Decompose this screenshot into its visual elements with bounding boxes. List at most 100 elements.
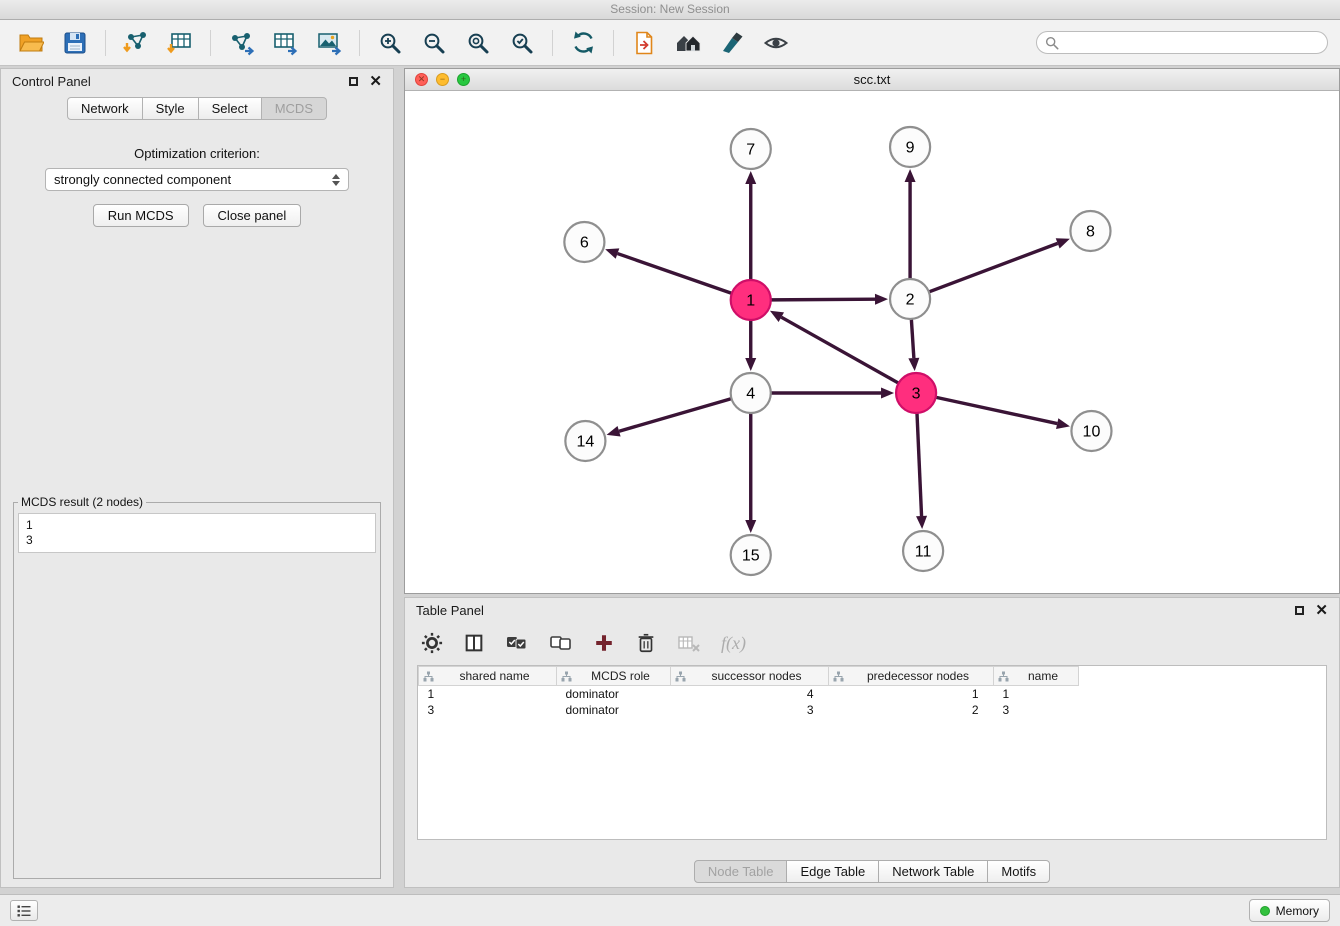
graph-edge-1-2[interactable] xyxy=(771,299,875,300)
deselect-all-columns-button[interactable] xyxy=(549,632,573,654)
graph-edge-3-1[interactable] xyxy=(781,317,898,383)
network-window-title: scc.txt xyxy=(854,72,891,87)
zoom-in-button[interactable] xyxy=(369,24,411,62)
tab-network-table[interactable]: Network Table xyxy=(879,860,988,883)
column-header-MCDS-role[interactable]: MCDS role xyxy=(557,667,671,686)
tab-edge-table[interactable]: Edge Table xyxy=(787,860,879,883)
tab-node-table[interactable]: Node Table xyxy=(694,860,788,883)
column-header-name[interactable]: name xyxy=(994,667,1079,686)
node-table-container: shared nameMCDS rolesuccessor nodesprede… xyxy=(417,665,1327,840)
memory-button[interactable]: Memory xyxy=(1249,899,1330,922)
criterion-select[interactable]: strongly connected component xyxy=(45,168,349,191)
main-area: Control Panel ✕ NetworkStyleSelectMCDS O… xyxy=(0,66,1340,894)
edge-arrowhead-icon xyxy=(745,358,756,371)
table-cell[interactable]: 3 xyxy=(671,702,829,718)
table-cell[interactable]: 2 xyxy=(829,702,994,718)
apply-layout-button[interactable] xyxy=(562,24,604,62)
table-panel: Table Panel ✕ xyxy=(404,597,1340,888)
import-table-file-button[interactable] xyxy=(159,24,201,62)
node-table[interactable]: shared nameMCDS rolesuccessor nodesprede… xyxy=(418,666,1079,718)
toolbar-separator xyxy=(613,30,614,56)
save-session-button[interactable] xyxy=(54,24,96,62)
create-column-button[interactable] xyxy=(593,632,615,654)
graph-edge-2-8[interactable] xyxy=(929,243,1058,292)
zoom-out-button[interactable] xyxy=(413,24,455,62)
select-all-columns-button[interactable] xyxy=(505,632,529,654)
table-cell[interactable]: dominator xyxy=(557,702,671,718)
search-input[interactable] xyxy=(1064,36,1319,50)
graph-edge-2-3[interactable] xyxy=(911,319,914,358)
network-canvas[interactable]: 7968124314101511 xyxy=(405,91,1339,593)
mcds-result-title: MCDS result (2 nodes) xyxy=(18,495,146,509)
close-panel-icon[interactable]: ✕ xyxy=(369,74,382,89)
export-image-button[interactable] xyxy=(308,24,350,62)
home-button[interactable] xyxy=(667,24,709,62)
toolbar-search[interactable] xyxy=(1036,31,1328,54)
tab-motifs[interactable]: Motifs xyxy=(988,860,1050,883)
mcds-result-list[interactable]: 13 xyxy=(18,513,376,553)
paintbrush-icon xyxy=(719,30,745,56)
edge-arrowhead-icon xyxy=(1056,418,1070,429)
float-panel-icon[interactable] xyxy=(349,77,358,86)
graph-edge-4-14[interactable] xyxy=(619,399,731,432)
graph-node-label: 2 xyxy=(906,292,915,309)
close-window-icon[interactable]: ✕ xyxy=(415,73,428,86)
run-mcds-button[interactable]: Run MCDS xyxy=(93,204,189,227)
export-table-icon xyxy=(272,30,298,56)
table-row[interactable]: 1dominator411 xyxy=(419,686,1079,702)
toolbar-separator xyxy=(359,30,360,56)
float-table-panel-icon[interactable] xyxy=(1295,606,1304,615)
zoom-selected-button[interactable] xyxy=(501,24,543,62)
function-builder-button[interactable]: f(x) xyxy=(721,633,746,654)
tab-select[interactable]: Select xyxy=(199,97,262,120)
style-paint-button[interactable] xyxy=(711,24,753,62)
open-session-button[interactable] xyxy=(10,24,52,62)
graph-node-label: 11 xyxy=(915,544,932,561)
column-header-successor-nodes[interactable]: successor nodes xyxy=(671,667,829,686)
right-column: ✕ − + scc.txt 7968124314101511 Table Pan… xyxy=(404,68,1340,888)
table-cell[interactable]: 3 xyxy=(419,702,557,718)
network-window-titlebar: ✕ − + scc.txt xyxy=(405,69,1339,91)
clipboard-import-button[interactable] xyxy=(623,24,665,62)
minimize-window-icon[interactable]: − xyxy=(436,73,449,86)
graph-edge-3-11[interactable] xyxy=(917,413,922,516)
column-header-predecessor-nodes[interactable]: predecessor nodes xyxy=(829,667,994,686)
window-controls: ✕ − + xyxy=(415,73,470,86)
tab-style[interactable]: Style xyxy=(143,97,199,120)
graph-node-label: 9 xyxy=(906,140,915,157)
show-columns-button[interactable] xyxy=(463,632,485,654)
column-header-shared-name[interactable]: shared name xyxy=(419,667,557,686)
export-network-button[interactable] xyxy=(220,24,262,62)
mcds-panel-body: Optimization criterion: strongly connect… xyxy=(1,120,393,887)
graph-edge-3-10[interactable] xyxy=(936,397,1058,423)
graph-edge-1-6[interactable] xyxy=(617,254,731,294)
table-settings-button[interactable] xyxy=(421,632,443,654)
toggle-visibility-button[interactable] xyxy=(755,24,797,62)
graph-node-label: 7 xyxy=(746,142,755,159)
zoom-fit-button[interactable] xyxy=(457,24,499,62)
table-scroll-strip[interactable] xyxy=(417,840,1327,855)
table-cell[interactable]: 3 xyxy=(994,702,1079,718)
criterion-selected-value: strongly connected component xyxy=(54,172,231,187)
tab-network[interactable]: Network xyxy=(67,97,143,120)
table-cell[interactable]: 1 xyxy=(994,686,1079,702)
delete-table-button[interactable] xyxy=(677,632,701,654)
table-toolbar: f(x) xyxy=(405,623,1339,663)
graph-node-label: 15 xyxy=(742,548,760,565)
table-cell[interactable]: 4 xyxy=(671,686,829,702)
maximize-window-icon[interactable]: + xyxy=(457,73,470,86)
close-table-panel-icon[interactable]: ✕ xyxy=(1315,603,1328,618)
table-row[interactable]: 3dominator323 xyxy=(419,702,1079,718)
table-cell[interactable]: dominator xyxy=(557,686,671,702)
graph-node-label: 3 xyxy=(912,386,921,403)
graph-node-label: 10 xyxy=(1083,424,1101,441)
export-image-icon xyxy=(316,30,342,56)
export-table-button[interactable] xyxy=(264,24,306,62)
tab-mcds[interactable]: MCDS xyxy=(262,97,327,120)
delete-column-button[interactable] xyxy=(635,632,657,654)
import-network-file-button[interactable] xyxy=(115,24,157,62)
table-cell[interactable]: 1 xyxy=(419,686,557,702)
task-history-button[interactable] xyxy=(10,900,38,921)
table-cell[interactable]: 1 xyxy=(829,686,994,702)
close-panel-button[interactable]: Close panel xyxy=(203,204,302,227)
